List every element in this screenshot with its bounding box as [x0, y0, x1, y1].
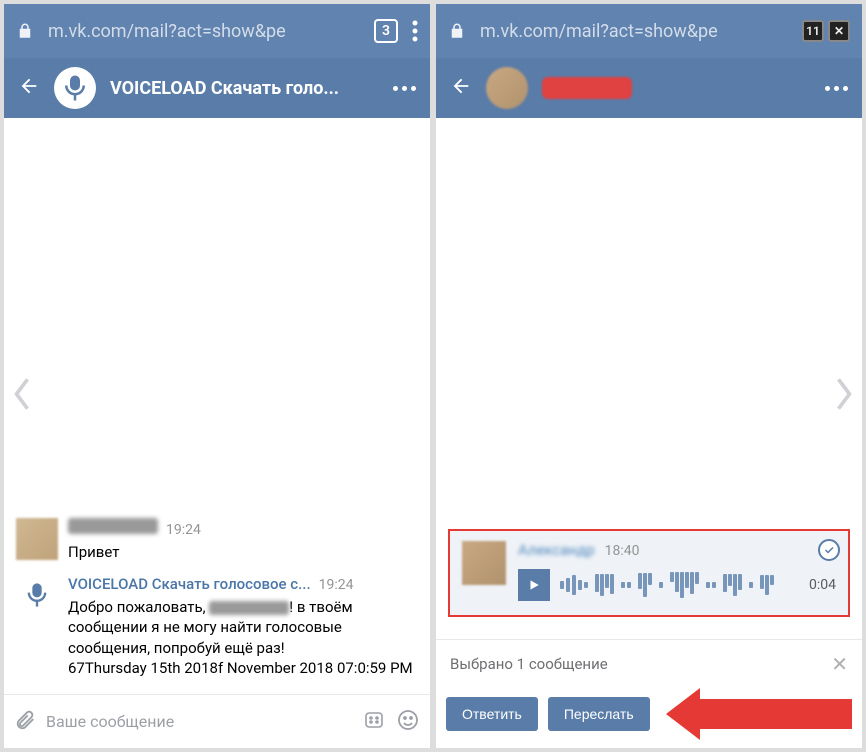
lock-icon — [16, 22, 34, 40]
message-time: 19:24 — [166, 521, 201, 540]
voice-duration: 0:04 — [809, 577, 836, 593]
gallery-prev-icon[interactable] — [6, 370, 38, 418]
message-text: Добро пожаловать, ! в твоём сообщении я … — [68, 597, 418, 678]
avatar — [16, 574, 58, 616]
message-input[interactable]: Ваше сообщение — [46, 712, 352, 731]
chat-body: 19:24 Привет VOICELOAD Скачать голосовое… — [4, 118, 430, 694]
message-time: 18:40 — [605, 543, 640, 559]
more-icon[interactable] — [393, 86, 416, 91]
sender-name: Александр — [518, 541, 595, 559]
red-arrow-annotation — [666, 694, 852, 734]
selection-info-bar: Выбрано 1 сообщение ✕ — [436, 639, 862, 688]
browser-menu-icon[interactable] — [412, 20, 418, 42]
chat-title[interactable]: VOICELOAD Скачать голо... — [110, 78, 379, 99]
message-text: Привет — [68, 542, 418, 562]
selection-action-bar: Ответить Переслать — [436, 688, 862, 748]
url-text: m.vk.com/mail?act=show&pe — [48, 21, 360, 42]
gallery-next-icon[interactable] — [828, 370, 860, 418]
close-selection-icon[interactable]: ✕ — [831, 652, 848, 676]
chat-title-redacted — [542, 77, 632, 99]
keyboard-icon[interactable] — [362, 708, 386, 736]
play-button[interactable] — [518, 569, 550, 601]
forward-button[interactable]: Переслать — [548, 697, 650, 731]
chat-header — [436, 58, 862, 118]
tab-count-pair[interactable]: 11 ✕ — [802, 20, 850, 42]
emoji-icon[interactable] — [396, 708, 420, 736]
url-text: m.vk.com/mail?act=show&pe — [480, 21, 788, 42]
sender-name: VOICELOAD Скачать голосовое с... — [68, 574, 311, 594]
message-user[interactable]: 19:24 Привет — [12, 512, 422, 568]
waveform[interactable] — [560, 571, 799, 599]
message-time: 19:24 — [319, 576, 354, 595]
message-input-bar: Ваше сообщение — [4, 694, 430, 748]
back-arrow-icon[interactable] — [450, 75, 472, 101]
browser-url-bar: m.vk.com/mail?act=show&pe 3 — [4, 4, 430, 58]
attach-icon[interactable] — [14, 709, 36, 735]
chat-avatar[interactable] — [54, 67, 96, 109]
chat-header: VOICELOAD Скачать голо... — [4, 58, 430, 118]
sender-name-redacted — [68, 518, 158, 534]
screen-right: m.vk.com/mail?act=show&pe 11 ✕ — [436, 4, 862, 748]
screen-left: m.vk.com/mail?act=show&pe 3 VOICELOAD Ск… — [4, 4, 430, 748]
tab-count[interactable]: 3 — [374, 19, 398, 43]
message-bot[interactable]: VOICELOAD Скачать голосовое с... 19:24 Д… — [12, 568, 422, 684]
reply-button[interactable]: Ответить — [446, 697, 538, 731]
chat-body: Александр 18:40 — [436, 118, 862, 639]
more-icon[interactable] — [825, 86, 848, 91]
browser-url-bar: m.vk.com/mail?act=show&pe 11 ✕ — [436, 4, 862, 58]
selected-check-icon[interactable] — [818, 539, 840, 561]
lock-icon — [448, 22, 466, 40]
selection-count-text: Выбрано 1 сообщение — [450, 655, 608, 673]
avatar — [16, 518, 58, 560]
voice-message-selected[interactable]: Александр 18:40 — [448, 529, 850, 617]
avatar — [462, 541, 506, 585]
chat-avatar[interactable] — [486, 67, 528, 109]
back-arrow-icon[interactable] — [18, 75, 40, 101]
redacted-inline — [209, 601, 289, 615]
